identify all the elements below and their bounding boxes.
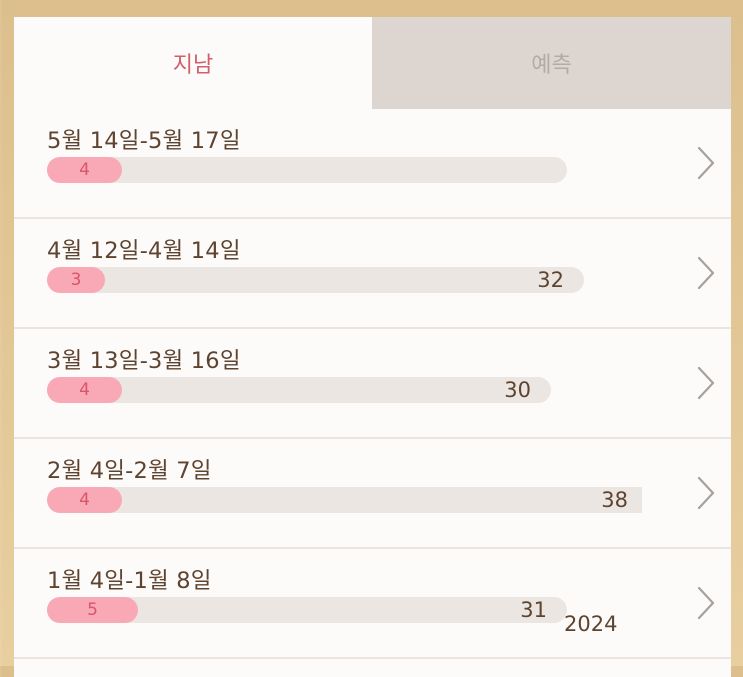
chevron-right-icon[interactable] (695, 365, 719, 401)
cycle-date-range: 2월 4일-2월 7일 (47, 458, 212, 484)
chevron-right-icon[interactable] (695, 145, 719, 181)
period-days: 3 (70, 270, 82, 290)
cycle-length-bar: 4 30 (47, 377, 551, 403)
period-length-pill: 4 (47, 487, 122, 513)
cycle-days: 30 (504, 378, 531, 402)
chevron-right-icon[interactable] (695, 585, 719, 621)
cycle-days: 38 (601, 488, 628, 512)
period-days: 4 (79, 160, 90, 180)
cycle-date-range: 1월 4일-1월 8일 (47, 568, 212, 594)
cycle-length-bar: 4 38 (47, 487, 642, 513)
cycle-days: 31 (520, 598, 547, 622)
period-days: 5 (87, 600, 98, 620)
period-length-pill: 4 (47, 157, 122, 183)
period-days: 4 (79, 380, 90, 400)
tab-past[interactable]: 지남 (14, 17, 372, 109)
chevron-right-icon[interactable] (695, 475, 719, 511)
period-length-pill: 3 (47, 267, 105, 293)
cycle-length-bar: 4 (47, 157, 567, 183)
cycle-date-range: 4월 12일-4월 14일 (47, 238, 241, 264)
tab-bar: 지남 예측 (14, 17, 731, 109)
cycle-row[interactable]: 2월 4일-2월 7일 4 38 (14, 439, 731, 549)
cycle-length-bar: 5 31 (47, 597, 567, 623)
cycle-row[interactable]: 4월 12일-4월 14일 3 32 (14, 219, 731, 329)
cycle-length-bar: 3 32 (47, 267, 584, 293)
cycle-history-panel: 지남 예측 5월 14일-5월 17일 4 4월 12일-4월 14일 3 32… (14, 17, 731, 677)
period-length-pill: 4 (47, 377, 122, 403)
cycle-days: 32 (537, 268, 564, 292)
chevron-right-icon[interactable] (695, 255, 719, 291)
period-length-pill: 5 (47, 597, 138, 623)
tab-forecast[interactable]: 예측 (372, 17, 731, 109)
period-days: 4 (79, 490, 90, 510)
cycle-date-range: 3월 13일-3월 16일 (47, 348, 241, 374)
cycle-row[interactable]: 1월 4일-1월 8일 5 31 (14, 549, 731, 659)
cycle-row[interactable]: 5월 14일-5월 17일 4 (14, 109, 731, 219)
cycle-date-range: 5월 14일-5월 17일 (47, 128, 241, 154)
year-label: 2024 (564, 612, 618, 636)
cycle-row[interactable]: 3월 13일-3월 16일 4 30 (14, 329, 731, 439)
